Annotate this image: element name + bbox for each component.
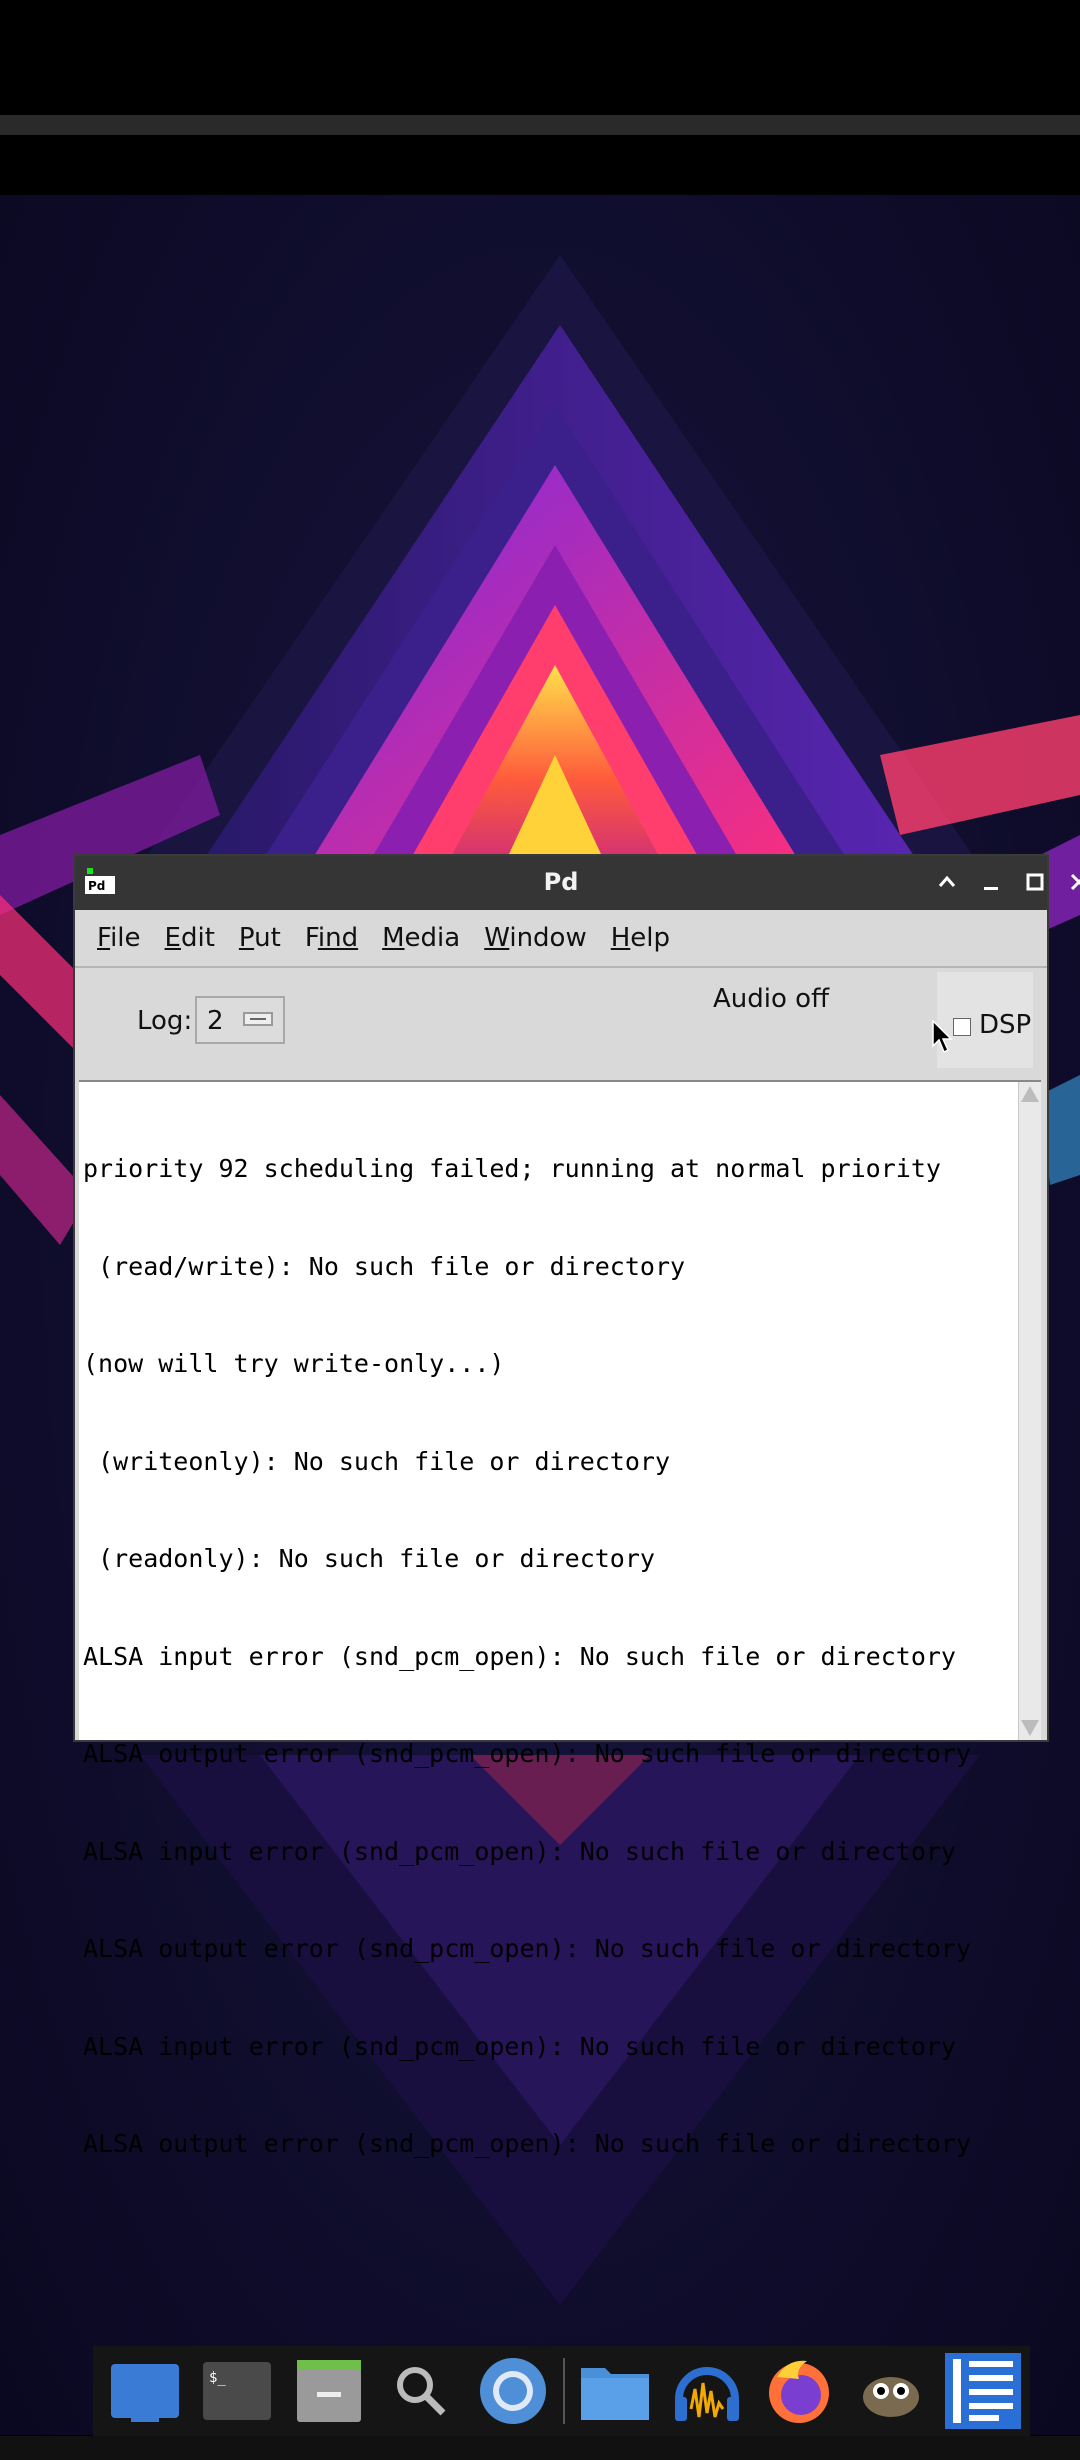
file-manager-icon [581,2368,649,2420]
dock-firefox[interactable] [757,2349,841,2433]
audacity-icon [675,2367,739,2421]
menu-put[interactable]: Put [227,923,293,953]
scroll-down-arrow-icon[interactable] [1021,1720,1039,1736]
gimp-icon [863,2377,919,2417]
dock-terminal[interactable]: $_ [195,2349,279,2433]
menu-window[interactable]: Window [472,923,599,953]
firefox-icon [769,2360,829,2423]
console-line: ALSA input error (snd_pcm_open): No such… [83,1836,956,1866]
dropdown-arrow-icon [243,1012,273,1026]
top-black-bar [0,0,1080,115]
svg-text:$_: $_ [209,2370,226,2386]
dock-chromium[interactable] [471,2349,555,2433]
dock-file-manager[interactable] [573,2349,657,2433]
menu-edit[interactable]: Edit [153,923,227,953]
chromium-icon [480,2358,546,2424]
menu-file[interactable]: File [85,923,153,953]
menu-find[interactable]: Find [293,923,370,953]
chevron-up-icon [938,875,956,887]
scroll-up-arrow-icon[interactable] [1021,1086,1039,1102]
minimize-icon [984,887,998,890]
log-label: Log: [137,1006,193,1036]
console-line: (readonly): No such file or directory [83,1544,655,1573]
menu-bar: File Edit Put Find Media Window Help [75,910,1047,968]
window-title: Pd [543,868,579,896]
dsp-checkbox[interactable] [953,1018,971,1036]
log-level-select[interactable]: 2 [195,996,285,1044]
console-line: ALSA output error (snd_pcm_open): No suc… [83,1739,972,1768]
maximize-icon [1026,873,1044,891]
console-log[interactable]: priority 92 scheduling failed; running a… [79,1080,1041,2158]
taskbar-dock: $_ [93,2346,1030,2436]
console-line: ALSA input error (snd_pcm_open): No such… [83,1641,956,1671]
dock-text-editor[interactable] [941,2349,1025,2433]
console-line: priority 92 scheduling failed; running a… [83,1154,941,1183]
console-text: priority 92 scheduling failed; running a… [83,1088,1011,2226]
dock-gimp[interactable] [849,2349,933,2433]
console-line: ALSA input error (snd_pcm_open): No such… [83,2031,956,2061]
close-button[interactable] [1061,864,1080,900]
dsp-label: DSP [979,1010,1032,1040]
console-line: (now will try write-only...) [83,1349,505,1378]
dock-audacity[interactable] [665,2349,749,2433]
mouse-pointer-icon [932,1020,953,1054]
status-toolbar: Log: 2 Audio off DSP [75,968,1047,1080]
maximize-button[interactable] [1017,864,1053,900]
dock-archive[interactable] [287,2349,371,2433]
show-desktop-icon [111,2364,179,2422]
top-panel-strip [0,115,1080,135]
console-line: ALSA output error (snd_pcm_open): No suc… [83,2129,972,2158]
console-line: (writeonly): No such file or directory [83,1446,670,1476]
search-icon [397,2367,446,2416]
log-level-value: 2 [207,1006,224,1036]
dock-separator [563,2358,565,2424]
top-black-gap [0,135,1080,195]
console-line: (read/write): No such file or directory [83,1251,686,1281]
text-editor-icon [945,2353,1021,2429]
file-archive-icon [297,2360,361,2422]
close-icon [1070,873,1080,891]
dock-search[interactable] [379,2349,463,2433]
shade-button[interactable] [929,864,965,900]
minimize-button[interactable] [973,864,1009,900]
console-scrollbar[interactable] [1018,1082,1041,1740]
console-line: ALSA output error (snd_pcm_open): No suc… [83,1934,972,1963]
terminal-icon: $_ [203,2362,271,2420]
bottom-bar [0,2436,1080,2460]
pd-main-window: Pd Pd File Edit Put Find Media Window He… [73,854,1080,2158]
title-bar[interactable]: Pd Pd [75,856,1080,910]
menu-help[interactable]: Help [599,923,682,953]
audio-status-text: Audio off [713,984,829,1014]
menu-media[interactable]: Media [370,923,472,953]
dock-show-desktop[interactable] [103,2349,187,2433]
